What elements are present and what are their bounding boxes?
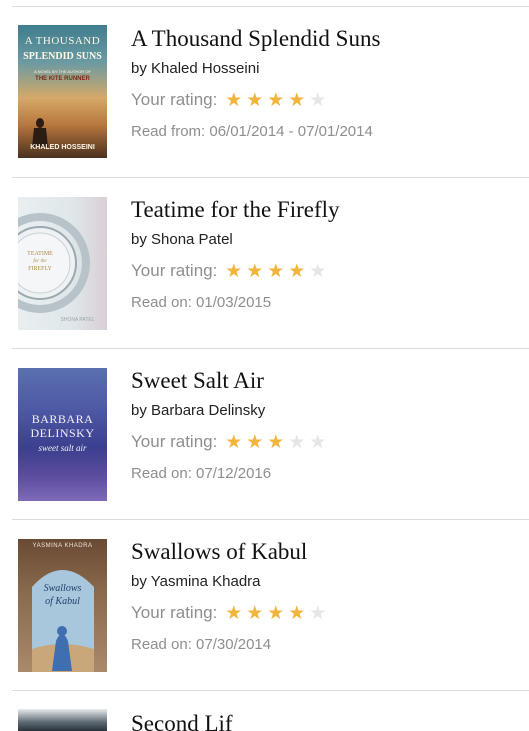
book-title[interactable]: Swallows of Kabul: [131, 538, 519, 566]
star-icon[interactable]: ★: [265, 90, 286, 110]
cover-title-line1: TEATIME: [27, 251, 53, 257]
cover-figure-icon: [32, 118, 48, 147]
star-icon[interactable]: ★: [286, 261, 307, 281]
star-icon[interactable]: ★: [223, 603, 244, 623]
star-icon[interactable]: ★: [244, 261, 265, 281]
book-cover[interactable]: TEATIME for the FIREFLY SHONA PATEL: [18, 197, 107, 330]
star-icon[interactable]: ★: [244, 432, 265, 452]
rating-line: Your rating: ★ ★ ★ ★ ★: [131, 430, 519, 454]
read-date: Read on: 01/03/2015: [131, 294, 272, 311]
rating-label: Your rating:: [131, 432, 218, 451]
star-icon[interactable]: ★: [307, 261, 328, 281]
book-title[interactable]: Sweet Salt Air: [131, 367, 519, 395]
rating-label: Your rating:: [131, 603, 218, 622]
book-title[interactable]: Teatime for the Firefly: [131, 196, 519, 224]
star-rating[interactable]: ★ ★ ★ ★ ★: [223, 432, 328, 452]
cover-title-line3: FIREFLY: [28, 266, 52, 272]
rating-line: Your rating: ★ ★ ★ ★ ★: [131, 601, 519, 625]
read-date: Read from: 06/01/2014 - 07/01/2014: [131, 123, 373, 140]
book-info: Swallows of Kabul by Yasmina Khadra Your…: [131, 538, 519, 655]
star-rating[interactable]: ★ ★ ★ ★ ★: [223, 603, 328, 623]
cover-title-line2: for the: [33, 259, 47, 264]
cover-author: SHONA PATEL: [60, 317, 95, 323]
cover-author: KHALED HOSSEINI: [30, 144, 95, 151]
cover-title-line1: BARBARA: [31, 412, 94, 426]
star-rating[interactable]: ★ ★ ★ ★ ★: [223, 261, 328, 281]
book-title[interactable]: A Thousand Splendid Suns: [131, 25, 519, 53]
book-cover[interactable]: [18, 709, 107, 731]
star-icon[interactable]: ★: [286, 432, 307, 452]
cover-title-line2: DELINSKY: [30, 426, 95, 440]
star-icon[interactable]: ★: [244, 603, 265, 623]
star-icon[interactable]: ★: [223, 261, 244, 281]
cover-title-line1: Swallows: [43, 583, 82, 594]
book-info: Teatime for the Firefly by Shona Patel Y…: [131, 196, 519, 313]
book-list: A THOUSAND SPLENDID SUNS A NOVEL BY THE …: [0, 7, 529, 731]
book-info: Sweet Salt Air by Barbara Delinsky Your …: [131, 367, 519, 484]
star-icon[interactable]: ★: [265, 603, 286, 623]
book-row-swallows-of-kabul[interactable]: YASMINA KHADRA Swallows of Kabul Swallow…: [12, 520, 529, 691]
star-icon[interactable]: ★: [307, 90, 328, 110]
star-icon[interactable]: ★: [307, 432, 328, 452]
star-icon[interactable]: ★: [265, 432, 286, 452]
book-row-teatime-for-the-firefly[interactable]: TEATIME for the FIREFLY SHONA PATEL Teat…: [12, 178, 529, 349]
book-cover[interactable]: A THOUSAND SPLENDID SUNS A NOVEL BY THE …: [18, 25, 107, 158]
book-author[interactable]: by Shona Patel: [131, 231, 519, 249]
rating-line: Your rating: ★ ★ ★ ★ ★: [131, 259, 519, 283]
rating-label: Your rating:: [131, 90, 218, 109]
star-icon[interactable]: ★: [307, 603, 328, 623]
rating-label: Your rating:: [131, 261, 218, 280]
star-rating[interactable]: ★ ★ ★ ★ ★: [223, 90, 328, 110]
book-author[interactable]: by Barbara Delinsky: [131, 402, 519, 420]
star-icon[interactable]: ★: [265, 261, 286, 281]
book-title[interactable]: Second Lif: [131, 710, 519, 731]
book-cover[interactable]: BARBARA DELINSKY sweet salt air: [18, 368, 107, 501]
book-info: Second Lif: [131, 710, 519, 731]
star-icon[interactable]: ★: [286, 603, 307, 623]
book-author[interactable]: by Yasmina Khadra: [131, 573, 519, 591]
cover-author: YASMINA KHADRA: [32, 543, 93, 549]
cover-title-line2: of Kabul: [45, 596, 80, 607]
read-date: Read on: 07/30/2014: [131, 636, 272, 653]
star-icon[interactable]: ★: [244, 90, 265, 110]
book-row-partial[interactable]: Second Lif: [12, 691, 529, 731]
cover-title-line3: sweet salt air: [38, 443, 87, 453]
rating-line: Your rating: ★ ★ ★ ★ ★: [131, 88, 519, 112]
book-row-thousand-splendid-suns[interactable]: A THOUSAND SPLENDID SUNS A NOVEL BY THE …: [12, 7, 529, 178]
book-author[interactable]: by Khaled Hosseini: [131, 60, 519, 78]
book-cover[interactable]: YASMINA KHADRA Swallows of Kabul: [18, 539, 107, 672]
book-row-sweet-salt-air[interactable]: BARBARA DELINSKY sweet salt air Sweet Sa…: [12, 349, 529, 520]
star-icon[interactable]: ★: [223, 432, 244, 452]
book-info: A Thousand Splendid Suns by Khaled Hosse…: [131, 25, 519, 142]
read-date: Read on: 07/12/2016: [131, 465, 272, 482]
star-icon[interactable]: ★: [223, 90, 244, 110]
star-icon[interactable]: ★: [286, 90, 307, 110]
